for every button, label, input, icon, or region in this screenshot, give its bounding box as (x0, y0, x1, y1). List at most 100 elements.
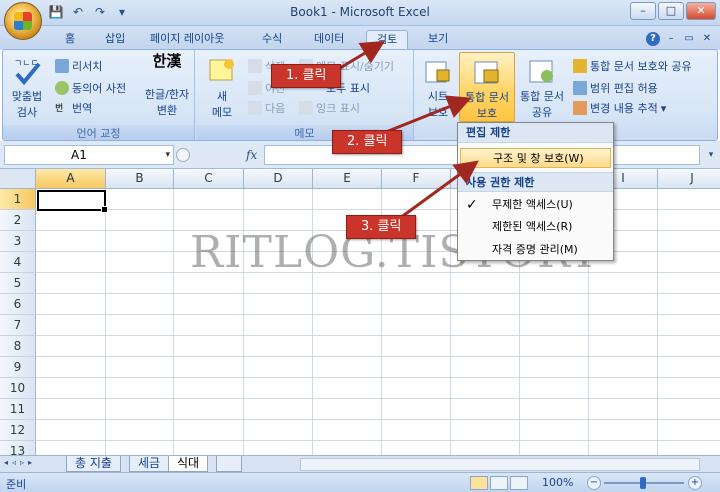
protect-workbook-icon (474, 61, 499, 84)
row-header-2[interactable]: 2 (0, 210, 36, 231)
tab-formulas[interactable]: 수식 (252, 30, 292, 50)
row-header-9[interactable]: 9 (0, 357, 36, 378)
sheet-tab-bar: ◂ ◃ ▹ ▸ 총 지출 세금 식대 (0, 455, 720, 472)
thesaurus-button[interactable]: 동의어 사전 (55, 80, 126, 96)
research-button[interactable]: 리서치 (55, 58, 102, 74)
tab-view[interactable]: 보기 (418, 30, 458, 50)
zoom-level[interactable]: 100% (542, 476, 573, 489)
tab-review[interactable]: 검토 (366, 30, 409, 50)
protect-sheet-label-1: 시트 (427, 90, 449, 103)
column-header-a[interactable]: A (36, 169, 106, 189)
sheet-tab-expense[interactable]: 총 지출 (66, 456, 121, 472)
sheet-prev-icon[interactable]: ◃ (12, 458, 16, 467)
column-header-b[interactable]: B (106, 169, 174, 189)
ribbon-minimize-icon[interactable]: – (664, 32, 678, 46)
thesaurus-label: 동의어 사전 (72, 82, 127, 95)
column-header-e[interactable]: E (313, 169, 382, 189)
row-header-10[interactable]: 10 (0, 378, 36, 399)
grid-hline (36, 314, 720, 315)
row-header-7[interactable]: 7 (0, 315, 36, 336)
tab-data[interactable]: 데이터 (304, 30, 354, 50)
show-ink-button[interactable]: 잉크 표시 (299, 100, 360, 116)
grid-vline (657, 189, 658, 455)
translate-button[interactable]: 번 번역 (55, 100, 92, 116)
horizontal-scrollbar[interactable] (300, 458, 700, 471)
sheet-last-icon[interactable]: ▸ (28, 458, 32, 467)
track-changes-button[interactable]: 변경 내용 추적 ▾ (573, 100, 666, 116)
allow-edit-ranges-label: 범위 편집 허용 (590, 82, 658, 95)
spelling-button[interactable]: ㄱㄴㄷ 맞춤법 검사 (7, 56, 47, 120)
protect-and-share-button[interactable]: 통합 문서 보호와 공유 (573, 58, 692, 74)
protect-workbook-label-1: 통합 문서 (465, 91, 509, 104)
name-box-dropdown-icon[interactable]: ▾ (165, 146, 170, 164)
zoom-out-button[interactable]: − (587, 476, 601, 490)
sheet-next-icon[interactable]: ▹ (20, 458, 24, 467)
row-header-13[interactable]: 13 (0, 441, 36, 455)
ribbon-close-icon[interactable]: ✕ (700, 32, 714, 46)
tab-page-layout[interactable]: 페이지 레이아웃 (140, 30, 234, 50)
sheet-first-icon[interactable]: ◂ (4, 458, 8, 467)
spelling-label-2: 검사 (16, 106, 38, 119)
share-workbook-label-1: 통합 문서 (520, 90, 564, 103)
menu-item-protect-structure[interactable]: 구조 및 창 보호(W) (460, 148, 611, 168)
name-box[interactable]: A1 ▾ (4, 145, 174, 165)
share-workbook-label-2: 공유 (531, 106, 553, 119)
formula-expand-icon[interactable]: ▾ (704, 146, 718, 164)
menu-item-unrestricted[interactable]: ✓ 무제한 액세스(U) (460, 195, 611, 215)
title-bar: 💾 ↶ ↷ ▾ Book1 - Microsoft Excel – □ ✕ (0, 0, 720, 26)
hanja-convert-button[interactable]: 한漢 한글/한자 변환 (139, 54, 195, 118)
new-comment-button[interactable]: 새 메모 (202, 56, 242, 120)
insert-sheet-icon[interactable] (216, 456, 242, 472)
protect-sheet-label-2: 보호 (427, 106, 449, 119)
window-controls: – □ ✕ (630, 2, 716, 20)
spelling-label-1: 맞춤법 (11, 90, 43, 103)
menu-header-permission: 사용 권한 제한 (458, 172, 613, 192)
close-button[interactable]: ✕ (686, 2, 716, 20)
view-buttons (470, 476, 528, 490)
ribbon-restore-icon[interactable]: ▭ (682, 32, 696, 46)
tab-insert[interactable]: 삽입 (95, 30, 135, 50)
sheet-tab-meals[interactable]: 식대 (168, 456, 209, 472)
help-icon[interactable]: ? (646, 32, 660, 46)
row-header-12[interactable]: 12 (0, 420, 36, 441)
row-header-8[interactable]: 8 (0, 336, 36, 357)
menu-item-restricted[interactable]: 제한된 액세스(R) (460, 217, 611, 237)
row-header-4[interactable]: 4 (0, 252, 36, 273)
menu-item-unrestricted-label: 무제한 액세스(U) (492, 198, 573, 211)
row-header-6[interactable]: 6 (0, 294, 36, 315)
name-box-value: A1 (71, 148, 87, 162)
column-header-c[interactable]: C (174, 169, 244, 189)
allow-edit-ranges-button[interactable]: 범위 편집 허용 (573, 80, 658, 96)
row-header-11[interactable]: 11 (0, 399, 36, 420)
maximize-button[interactable]: □ (658, 2, 684, 20)
share-workbook-button[interactable]: 통합 문서 공유 (515, 56, 569, 120)
row-header-1[interactable]: 1 (0, 189, 36, 210)
tab-home[interactable]: 홈 (55, 30, 85, 50)
zoom-in-button[interactable]: + (688, 476, 702, 490)
office-logo-icon (14, 12, 32, 30)
track-changes-label: 변경 내용 추적 (590, 102, 658, 115)
normal-view-icon[interactable] (470, 476, 488, 490)
active-cell-a1[interactable] (37, 190, 108, 213)
next-comment-button[interactable]: 다음 (248, 100, 285, 116)
menu-item-manage-credentials[interactable]: 자격 증명 관리(M) (460, 240, 611, 260)
sheet-tab-tax[interactable]: 세금 (129, 456, 170, 472)
zoom-slider-thumb[interactable] (640, 477, 646, 489)
select-all-corner[interactable] (0, 169, 36, 189)
protect-workbook-button[interactable]: 통합 문서 보호 (459, 52, 515, 122)
page-layout-view-icon[interactable] (490, 476, 508, 490)
office-button[interactable] (4, 2, 42, 40)
minimize-button[interactable]: – (630, 2, 656, 20)
column-header-j[interactable]: J (658, 169, 720, 189)
column-header-f[interactable]: F (382, 169, 451, 189)
row-header-5[interactable]: 5 (0, 273, 36, 294)
column-header-d[interactable]: D (244, 169, 313, 189)
next-comment-icon (248, 101, 262, 115)
protect-sheet-button[interactable]: 시트 보호 (421, 56, 455, 120)
page-break-view-icon[interactable] (510, 476, 528, 490)
group-label-proofing: 언어 교정 (3, 125, 194, 140)
row-header-3[interactable]: 3 (0, 231, 36, 252)
insert-function-icon[interactable]: fx (246, 148, 257, 162)
share-workbook-icon (529, 60, 553, 83)
formula-handle-icon[interactable] (176, 148, 190, 162)
